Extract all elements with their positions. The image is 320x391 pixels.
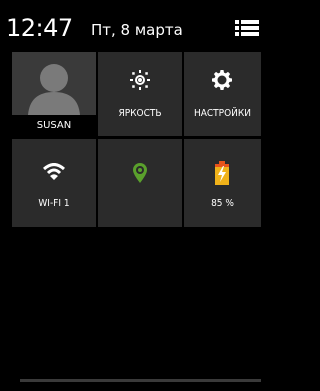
user-name: SUSAN	[12, 115, 96, 136]
status-bar: 12:47 Пт, 8 марта	[0, 0, 261, 48]
brightness-icon	[130, 70, 150, 90]
location-tile[interactable]	[98, 139, 182, 227]
bottom-handle[interactable]	[20, 379, 261, 382]
wifi-icon	[43, 163, 65, 180]
settings-label: НАСТРОЙКИ	[193, 108, 252, 119]
brightness-label: ЯРКОСТЬ	[118, 108, 162, 119]
menu-button[interactable]	[233, 14, 261, 42]
clock: 12:47	[6, 14, 73, 42]
battery-label: 85 %	[211, 198, 234, 209]
wifi-tile[interactable]: WI-FI 1	[12, 139, 96, 227]
user-tile[interactable]: SUSAN	[12, 52, 96, 136]
battery-charging-icon	[215, 161, 229, 185]
settings-tile[interactable]: НАСТРОЙКИ	[184, 52, 261, 136]
gear-icon	[212, 70, 232, 90]
brightness-tile[interactable]: ЯРКОСТЬ	[98, 52, 182, 136]
date: Пт, 8 марта	[91, 21, 183, 39]
menu-icon	[235, 20, 259, 36]
wifi-label: WI-FI 1	[38, 198, 70, 209]
location-icon	[133, 163, 147, 183]
avatar-icon	[28, 64, 80, 115]
battery-tile[interactable]: 85 %	[184, 139, 261, 227]
